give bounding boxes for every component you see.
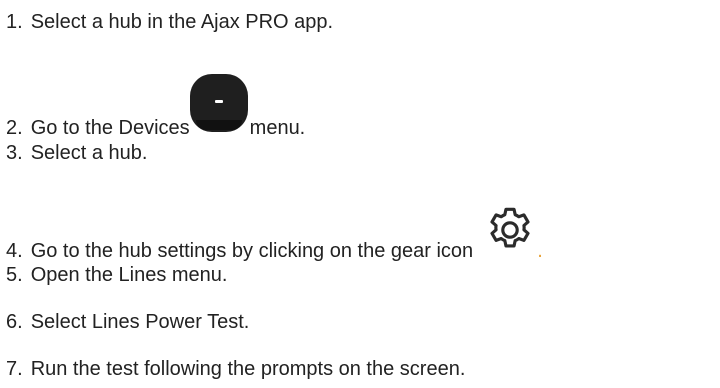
devices-tab-icon: [189, 74, 248, 132]
step-4: 4 Go to the hub settings by clicking on …: [6, 207, 543, 263]
step-3: 3 Select a hub.: [6, 141, 147, 165]
step-number: 5: [6, 263, 23, 287]
step-number: 1: [6, 10, 23, 34]
step-7: 7 Run the test following the prompts on …: [6, 357, 465, 381]
gear-icon: [483, 203, 537, 257]
step-number: 6: [6, 310, 23, 334]
step-2: 2 Go to the Devices menu.: [6, 74, 306, 140]
step-6: 6 Select Lines Power Test.: [6, 310, 249, 334]
step-text: Select a hub.: [30, 142, 148, 164]
step-text-after: .: [537, 240, 543, 262]
step-text: Select Lines Power Test.: [30, 311, 250, 333]
step-text: Open the Lines menu.: [30, 264, 228, 286]
step-text: Run the test following the prompts on th…: [30, 358, 466, 380]
step-text: Go to the hub settings by clicking on th…: [30, 240, 474, 262]
step-5: 5 Open the Lines menu.: [6, 263, 227, 287]
step-number: 2: [6, 116, 23, 140]
step-text: Go to the Devices: [30, 117, 190, 139]
step-number: 4: [6, 239, 23, 263]
step-text: Select a hub in the Ajax PRO app.: [30, 11, 334, 33]
step-number: 7: [6, 357, 23, 381]
step-text-after: menu.: [249, 117, 306, 139]
step-1: 1 Select a hub in the Ajax PRO app.: [6, 10, 333, 34]
step-number: 3: [6, 141, 23, 165]
